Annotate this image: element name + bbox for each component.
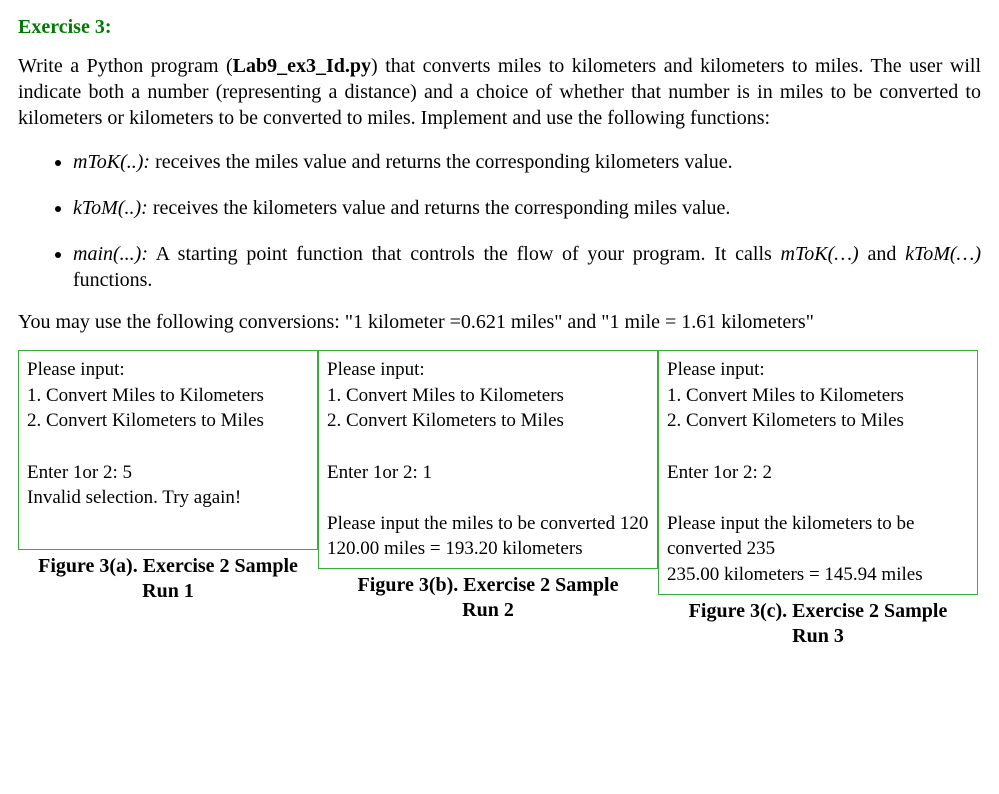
caption-line1: Figure 3(c). Exercise 2 Sample [689, 600, 948, 622]
fn-name: main(...): [73, 243, 148, 265]
fn-desc: receives the miles value and returns the… [150, 151, 733, 173]
caption-line1: Figure 3(a). Exercise 2 Sample [38, 555, 298, 577]
sample-col-b: Please input: 1. Convert Miles to Kilome… [318, 350, 658, 649]
fn-ref-ktom: kToM(…) [905, 243, 981, 265]
fn-name: mToK(..): [73, 151, 150, 173]
caption-line2: Run 1 [18, 579, 318, 604]
fn-mid: and [859, 243, 905, 265]
output-box-a: Please input: 1. Convert Miles to Kilome… [18, 350, 318, 550]
exercise-title: Exercise 3: [18, 16, 981, 39]
output-box-c: Please input: 1. Convert Miles to Kilome… [658, 350, 978, 595]
output-box-b: Please input: 1. Convert Miles to Kilome… [318, 350, 658, 569]
conversion-note: You may use the following conversions: "… [18, 311, 981, 334]
sample-row: Please input: 1. Convert Miles to Kilome… [18, 350, 981, 649]
fn-desc: receives the kilometers value and return… [148, 197, 731, 219]
fn-name: kToM(..): [73, 197, 148, 219]
fn-desc-post: functions. [73, 269, 152, 291]
caption-line2: Run 3 [658, 624, 978, 649]
caption-a: Figure 3(a). Exercise 2 Sample Run 1 [18, 554, 318, 604]
caption-line1: Figure 3(b). Exercise 2 Sample [358, 574, 619, 596]
intro-paragraph: Write a Python program (Lab9_ex3_Id.py) … [18, 53, 981, 131]
bullet-mtok: mToK(..): receives the miles value and r… [73, 149, 981, 175]
fn-ref-mtok: mToK(…) [781, 243, 859, 265]
caption-b: Figure 3(b). Exercise 2 Sample Run 2 [318, 573, 658, 623]
sample-col-c: Please input: 1. Convert Miles to Kilome… [658, 350, 978, 649]
caption-line2: Run 2 [318, 598, 658, 623]
sample-col-a: Please input: 1. Convert Miles to Kilome… [18, 350, 318, 649]
caption-c: Figure 3(c). Exercise 2 Sample Run 3 [658, 599, 978, 649]
bullet-ktom: kToM(..): receives the kilometers value … [73, 195, 981, 221]
bullet-main: main(...): A starting point function tha… [73, 241, 981, 293]
filename-bold: Lab9_ex3_Id.py [233, 55, 371, 77]
fn-desc-pre: A starting point function that controls … [148, 243, 781, 265]
intro-part-1: Write a Python program ( [18, 55, 233, 77]
function-list: mToK(..): receives the miles value and r… [18, 149, 981, 293]
